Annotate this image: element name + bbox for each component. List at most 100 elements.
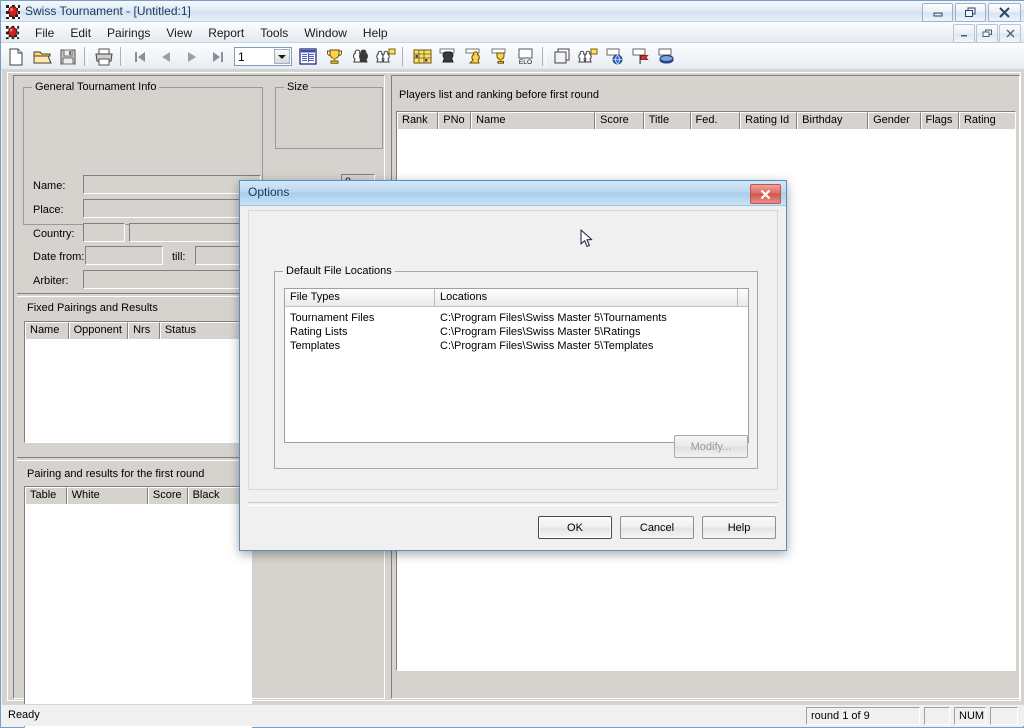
internet-icon[interactable] <box>602 45 626 68</box>
modify-button[interactable]: Modify... <box>674 435 748 458</box>
group-title-general-info: General Tournament Info <box>32 81 160 93</box>
dialog-title: Options <box>248 185 290 199</box>
trophy-icon[interactable] <box>322 45 346 68</box>
list-item[interactable]: Templates C:\Program Files\Swiss Master … <box>285 339 748 353</box>
toolbar-separator <box>402 47 406 66</box>
menu-item-window[interactable]: Window <box>296 24 355 42</box>
player-cards-icon[interactable] <box>576 45 600 68</box>
menu-item-help[interactable]: Help <box>355 24 396 42</box>
col-name[interactable]: Name <box>471 112 596 129</box>
dialog-close-button[interactable] <box>750 184 781 204</box>
list-item[interactable]: Rating Lists C:\Program Files\Swiss Mast… <box>285 325 748 339</box>
options-dialog: Options Default File Locations Excel Tem… <box>239 180 787 551</box>
list-item[interactable]: Tournament Files C:\Program Files\Swiss … <box>285 311 748 325</box>
menu-item-edit[interactable]: Edit <box>62 24 99 42</box>
print-icon[interactable] <box>92 45 116 68</box>
copy-cards-icon[interactable] <box>550 45 574 68</box>
first-round-pairings-body <box>25 504 251 727</box>
team-standings-icon[interactable] <box>462 45 486 68</box>
label-name: Name: <box>33 180 66 192</box>
date-from-input[interactable] <box>85 246 163 265</box>
col-file-types[interactable]: File Types <box>285 289 435 306</box>
col-white[interactable]: White <box>66 487 148 504</box>
col-title[interactable]: Title <box>643 112 691 129</box>
col-opponent[interactable]: Opponent <box>68 322 129 339</box>
first-round-pairings-table[interactable]: Table White Score Black <box>24 486 252 728</box>
first-round-icon[interactable] <box>128 45 152 68</box>
menu-item-view[interactable]: View <box>158 24 200 42</box>
col-nrs[interactable]: Nrs <box>128 322 160 339</box>
col-locations[interactable]: Locations <box>435 289 738 306</box>
toolbar-separator <box>542 47 546 66</box>
players-list-icon[interactable] <box>296 45 320 68</box>
excel-export-icon[interactable] <box>654 45 678 68</box>
chevron-down-icon[interactable] <box>274 49 290 64</box>
col-score[interactable]: Score <box>595 112 644 129</box>
ok-button[interactable]: OK <box>538 516 612 539</box>
players-list-title: Players list and ranking before first ro… <box>399 89 599 101</box>
location-cell: C:\Program Files\Swiss Master 5\Tourname… <box>440 312 667 324</box>
elo-report-icon[interactable]: ELO <box>514 45 538 68</box>
col-rank[interactable]: Rank <box>397 112 439 129</box>
name-input[interactable] <box>83 175 261 194</box>
dialog-body: Default File Locations Excel Templates D… <box>240 206 786 550</box>
flag-icon[interactable] <box>628 45 652 68</box>
status-bar: Ready round 1 of 9 NUM <box>2 704 1024 726</box>
previous-round-icon[interactable] <box>154 45 178 68</box>
menu-item-file[interactable]: File <box>27 24 62 42</box>
place-input[interactable] <box>83 199 261 218</box>
minimize-button[interactable] <box>922 3 953 22</box>
cross-table-icon[interactable] <box>410 45 434 68</box>
dialog-tab-panel: Default File Locations File Types Locati… <box>248 210 778 490</box>
location-cell: C:\Program Files\Swiss Master 5\Ratings <box>440 326 641 338</box>
new-file-icon[interactable] <box>4 45 28 68</box>
menu-item-report[interactable]: Report <box>200 24 252 42</box>
col-table[interactable]: Table <box>25 487 67 504</box>
pairing-icon[interactable] <box>348 45 372 68</box>
status-num-indicator: NUM <box>954 707 986 725</box>
menu-item-pairings[interactable]: Pairings <box>99 24 158 42</box>
window-controls <box>922 3 1021 22</box>
col-rating[interactable]: Rating <box>958 112 1015 129</box>
status-round-info: round 1 of 9 <box>806 707 920 725</box>
col-birthday[interactable]: Birthday <box>797 112 869 129</box>
mdi-restore-button[interactable] <box>976 24 998 43</box>
dialog-button-row: OK Cancel Help <box>538 516 776 539</box>
mdi-minimize-button[interactable] <box>953 24 975 43</box>
country-code-input[interactable] <box>83 223 125 242</box>
close-button[interactable] <box>988 3 1021 22</box>
team-icon[interactable] <box>436 45 460 68</box>
col-score[interactable]: Score <box>147 487 188 504</box>
group-title-size: Size <box>284 81 312 93</box>
col-pno[interactable]: PNo <box>438 112 472 129</box>
location-cell: C:\Program Files\Swiss Master 5\Template… <box>440 340 654 352</box>
col-status[interactable]: Status <box>159 322 251 339</box>
window-titlebar: Swiss Tournament - [Untitled:1] <box>1 1 1024 22</box>
window-frame: Swiss Tournament - [Untitled:1] File Edi… <box>0 0 1024 728</box>
col-rating-id[interactable]: Rating Id <box>740 112 798 129</box>
help-button[interactable]: Help <box>702 516 776 539</box>
save-disk-icon[interactable] <box>56 45 80 68</box>
col-flags[interactable]: Flags <box>920 112 959 129</box>
first-round-pairings-header: Table White Score Black <box>25 487 251 504</box>
fixed-pairings-table[interactable]: Name Opponent Nrs Status <box>24 321 252 443</box>
last-round-icon[interactable] <box>206 45 230 68</box>
arbiter-input[interactable] <box>83 270 261 289</box>
chess-pawn-icon <box>5 4 21 20</box>
menu-item-tools[interactable]: Tools <box>252 24 296 42</box>
default-file-locations-group: Default File Locations File Types Locati… <box>274 265 758 469</box>
col-name[interactable]: Name <box>25 322 69 339</box>
col-gender[interactable]: Gender <box>868 112 921 129</box>
fixed-pairings-header: Name Opponent Nrs Status <box>25 322 251 339</box>
file-type-cell: Templates <box>290 340 341 352</box>
open-folder-icon[interactable] <box>30 45 54 68</box>
pairing-results-icon[interactable] <box>374 45 398 68</box>
round-selector[interactable]: 1 <box>234 47 292 66</box>
file-locations-listview[interactable]: File Types Locations Tournament Files C:… <box>284 288 749 443</box>
restore-button[interactable] <box>955 3 986 22</box>
cancel-button[interactable]: Cancel <box>620 516 694 539</box>
next-round-icon[interactable] <box>180 45 204 68</box>
team-trophy-icon[interactable] <box>488 45 512 68</box>
col-fed[interactable]: Fed. <box>690 112 741 129</box>
mdi-close-button[interactable] <box>999 24 1021 43</box>
